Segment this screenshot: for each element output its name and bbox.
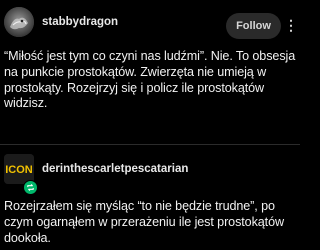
reblog-author-username[interactable]: derinthescarletpescatarian — [42, 163, 188, 175]
reblog-icon — [23, 180, 38, 195]
avatar-label: ICON — [5, 164, 33, 176]
post-header: stabbydragon Follow ⋮ — [0, 4, 300, 40]
divider — [0, 144, 300, 145]
post-author-username[interactable]: stabbydragon — [42, 16, 118, 28]
avatar[interactable] — [4, 7, 34, 37]
post-card: stabbydragon Follow ⋮ “Miłość jest tym c… — [0, 0, 300, 250]
avatar-image — [4, 7, 34, 37]
post-body-text: “Miłość jest tym co czyni nas ludźmi”. N… — [4, 49, 296, 111]
reblog-header: ICON derinthescarletpescatarian — [0, 152, 300, 188]
more-vertical-icon[interactable]: ⋮ — [284, 17, 298, 33]
reblog-body-text: Rozejrzałem się myśląc “to nie będzie tr… — [4, 199, 284, 245]
follow-button[interactable]: Follow — [226, 13, 281, 39]
